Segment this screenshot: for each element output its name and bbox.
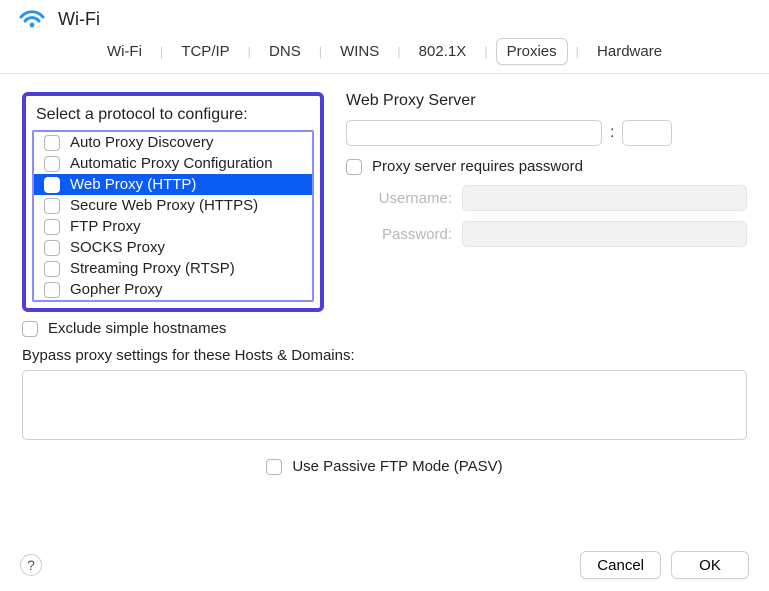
tab-divider: | xyxy=(395,44,402,59)
host-port-separator: : xyxy=(610,124,614,142)
protocol-item-label: FTP Proxy xyxy=(70,218,141,235)
tab-tcpip[interactable]: TCP/IP xyxy=(171,39,239,64)
username-input xyxy=(462,185,747,211)
checkbox-icon[interactable] xyxy=(44,156,60,172)
checkbox-icon[interactable] xyxy=(22,321,38,337)
protocol-item-socks-proxy[interactable]: SOCKS Proxy xyxy=(34,237,312,258)
tab-8021x[interactable]: 802.1X xyxy=(409,39,477,64)
checkbox-icon[interactable] xyxy=(346,159,362,175)
protocol-item-secure-web-proxy[interactable]: Secure Web Proxy (HTTPS) xyxy=(34,195,312,216)
exclude-simple-label: Exclude simple hostnames xyxy=(48,320,226,337)
checkbox-icon[interactable] xyxy=(44,135,60,151)
protocol-item-label: SOCKS Proxy xyxy=(70,239,165,256)
window-title: Wi-Fi xyxy=(58,9,100,30)
protocol-item-auto-discovery[interactable]: Auto Proxy Discovery xyxy=(34,132,312,153)
tabstrip: Wi-Fi | TCP/IP | DNS | WINS | 802.1X | P… xyxy=(0,36,769,74)
checkbox-icon[interactable] xyxy=(44,240,60,256)
auth-required-label: Proxy server requires password xyxy=(372,158,583,175)
protocol-item-label: Streaming Proxy (RTSP) xyxy=(70,260,235,277)
proxy-host-input[interactable] xyxy=(346,120,602,146)
protocol-item-label: Web Proxy (HTTP) xyxy=(70,176,196,193)
exclude-simple-row[interactable]: Exclude simple hostnames xyxy=(22,320,747,337)
protocol-item-label: Automatic Proxy Configuration xyxy=(70,155,273,172)
checkbox-icon[interactable] xyxy=(44,261,60,277)
protocol-list[interactable]: Auto Proxy Discovery Automatic Proxy Con… xyxy=(32,130,314,302)
cancel-button[interactable]: Cancel xyxy=(580,551,661,579)
tab-divider: | xyxy=(246,44,253,59)
protocol-item-label: Gopher Proxy xyxy=(70,281,163,298)
protocol-item-label: Secure Web Proxy (HTTPS) xyxy=(70,197,258,214)
protocol-item-auto-config[interactable]: Automatic Proxy Configuration xyxy=(34,153,312,174)
protocol-group: Select a protocol to configure: Auto Pro… xyxy=(22,92,324,312)
ok-button[interactable]: OK xyxy=(671,551,749,579)
tab-divider: | xyxy=(574,44,581,59)
checkbox-icon[interactable] xyxy=(266,459,282,475)
protocol-item-label: Auto Proxy Discovery xyxy=(70,134,213,151)
tab-divider: | xyxy=(158,44,165,59)
protocol-item-gopher-proxy[interactable]: Gopher Proxy xyxy=(34,279,312,300)
protocol-item-streaming-proxy[interactable]: Streaming Proxy (RTSP) xyxy=(34,258,312,279)
server-heading: Web Proxy Server xyxy=(346,92,747,110)
checkbox-icon[interactable] xyxy=(44,198,60,214)
tab-wifi[interactable]: Wi-Fi xyxy=(97,39,152,64)
username-label: Username: xyxy=(360,190,452,207)
protocol-item-ftp-proxy[interactable]: FTP Proxy xyxy=(34,216,312,237)
protocol-heading: Select a protocol to configure: xyxy=(36,106,310,124)
help-button[interactable]: ? xyxy=(20,554,42,576)
checkbox-icon[interactable] xyxy=(44,177,60,193)
checkbox-icon[interactable] xyxy=(44,219,60,235)
auth-required-row[interactable]: Proxy server requires password xyxy=(346,158,747,175)
password-input xyxy=(462,221,747,247)
wifi-icon xyxy=(18,8,46,30)
passive-ftp-label: Use Passive FTP Mode (PASV) xyxy=(292,458,502,475)
help-icon: ? xyxy=(27,557,35,573)
tab-divider: | xyxy=(317,44,324,59)
footer: ? Cancel OK xyxy=(0,551,769,579)
bypass-label: Bypass proxy settings for these Hosts & … xyxy=(22,347,747,364)
tab-wins[interactable]: WINS xyxy=(330,39,389,64)
proxy-port-input[interactable] xyxy=(622,120,672,146)
titlebar: Wi-Fi xyxy=(0,0,769,36)
checkbox-icon[interactable] xyxy=(44,282,60,298)
tab-proxies[interactable]: Proxies xyxy=(496,38,568,65)
tab-divider: | xyxy=(482,44,489,59)
tab-hardware[interactable]: Hardware xyxy=(587,39,672,64)
proxy-server-panel: Web Proxy Server : Proxy server requires… xyxy=(346,92,747,312)
tab-dns[interactable]: DNS xyxy=(259,39,311,64)
passive-ftp-row[interactable]: Use Passive FTP Mode (PASV) xyxy=(22,458,747,475)
protocol-item-web-proxy[interactable]: Web Proxy (HTTP) xyxy=(34,174,312,195)
password-label: Password: xyxy=(360,226,452,243)
bypass-textarea[interactable] xyxy=(22,370,747,440)
